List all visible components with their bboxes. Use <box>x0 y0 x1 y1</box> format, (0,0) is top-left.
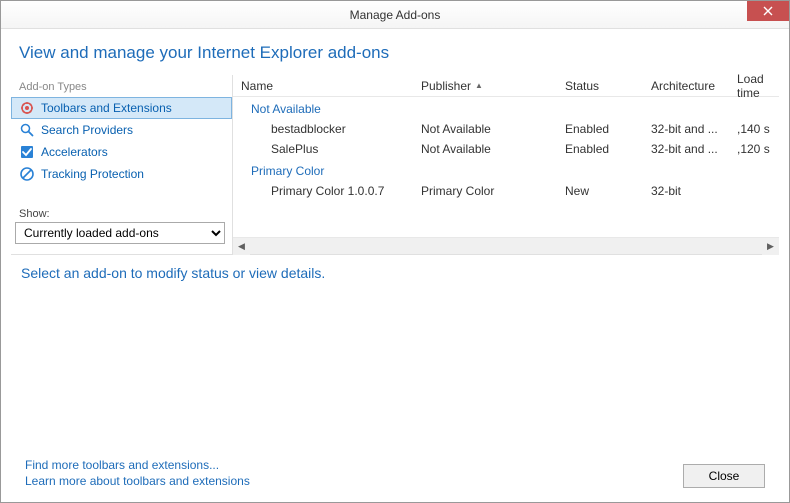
footer: Find more toolbars and extensions... Lea… <box>11 448 779 502</box>
scroll-right-button[interactable]: ▶ <box>762 238 779 255</box>
close-window-button[interactable] <box>747 1 789 21</box>
sort-ascending-icon: ▲ <box>475 81 483 90</box>
sidebar-item-label: Search Providers <box>41 123 133 137</box>
sidebar-item-label: Toolbars and Extensions <box>41 101 172 115</box>
sidebar-item-label: Tracking Protection <box>41 167 144 181</box>
sidebar: Add-on Types Toolbars and Extensions Sea… <box>11 75 233 254</box>
block-icon <box>19 166 35 182</box>
sidebar-item-toolbars-extensions[interactable]: Toolbars and Extensions <box>11 97 232 119</box>
col-publisher[interactable]: Publisher ▲ <box>421 79 565 93</box>
list-item[interactable]: SalePlus Not Available Enabled 32-bit an… <box>233 139 779 159</box>
group-header[interactable]: Not Available <box>233 97 779 119</box>
header: View and manage your Internet Explorer a… <box>1 29 789 75</box>
window-title: Manage Add-ons <box>350 8 441 22</box>
sidebar-item-tracking-protection[interactable]: Tracking Protection <box>11 163 232 185</box>
col-architecture[interactable]: Architecture <box>651 79 737 93</box>
sidebar-item-label: Accelerators <box>41 145 108 159</box>
col-name[interactable]: Name <box>241 79 421 93</box>
gear-icon <box>19 100 35 116</box>
footer-actions: Close <box>683 464 765 488</box>
list-item[interactable]: Primary Color 1.0.0.7 Primary Color New … <box>233 181 779 201</box>
close-icon <box>763 6 773 16</box>
sidebar-item-accelerators[interactable]: Accelerators <box>11 141 232 163</box>
header-subtitle: View and manage your Internet Explorer a… <box>19 43 771 63</box>
column-headers: Name Publisher ▲ Status Architecture Loa… <box>233 75 779 97</box>
accelerator-icon <box>19 144 35 160</box>
show-section: Show: Currently loaded add-ons <box>11 206 232 250</box>
list-item[interactable]: bestadblocker Not Available Enabled 32-b… <box>233 119 779 139</box>
addon-types-label: Add-on Types <box>11 79 232 97</box>
footer-links: Find more toolbars and extensions... Lea… <box>25 458 250 488</box>
scroll-left-button[interactable]: ◀ <box>233 238 250 255</box>
learn-more-link[interactable]: Learn more about toolbars and extensions <box>25 474 250 488</box>
horizontal-scrollbar[interactable]: ◀ ▶ <box>233 237 779 254</box>
group-header[interactable]: Primary Color <box>233 159 779 181</box>
main-list: Name Publisher ▲ Status Architecture Loa… <box>233 75 779 254</box>
show-dropdown[interactable]: Currently loaded add-ons <box>15 222 225 244</box>
sidebar-item-search-providers[interactable]: Search Providers <box>11 119 232 141</box>
content: Add-on Types Toolbars and Extensions Sea… <box>1 75 789 502</box>
col-status[interactable]: Status <box>565 79 651 93</box>
titlebar: Manage Add-ons <box>1 1 789 29</box>
split-pane: Add-on Types Toolbars and Extensions Sea… <box>11 75 779 255</box>
find-more-link[interactable]: Find more toolbars and extensions... <box>25 458 250 472</box>
close-button[interactable]: Close <box>683 464 765 488</box>
rows-container: Not Available bestadblocker Not Availabl… <box>233 97 779 237</box>
col-load-time[interactable]: Load time <box>737 72 779 100</box>
show-label: Show: <box>15 206 228 222</box>
search-icon <box>19 122 35 138</box>
detail-prompt: Select an add-on to modify status or vie… <box>11 255 779 291</box>
